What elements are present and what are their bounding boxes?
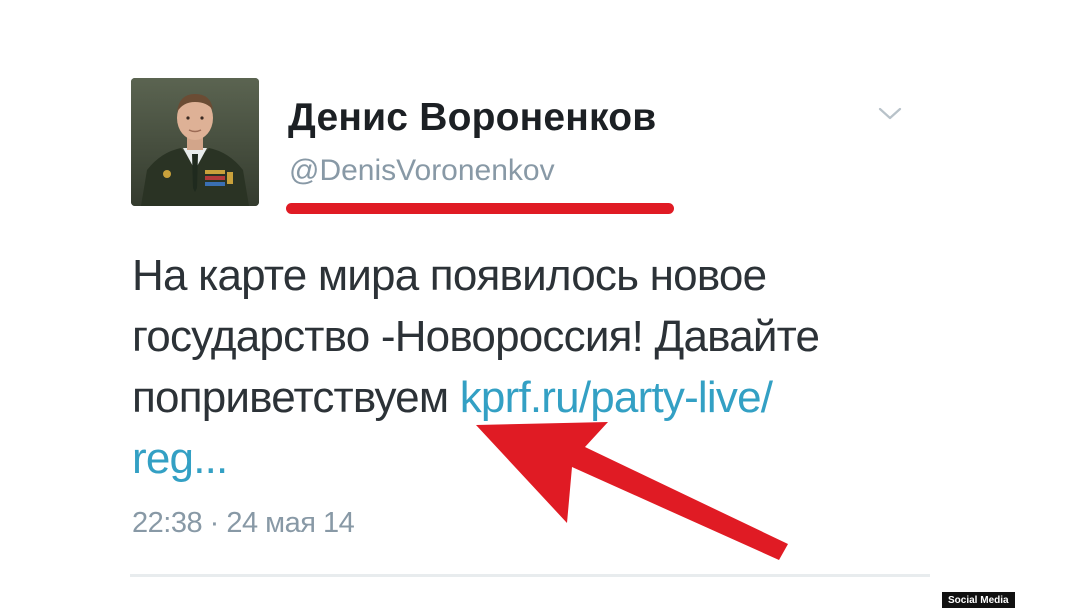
chevron-down-icon[interactable] — [876, 104, 904, 124]
divider — [130, 574, 930, 577]
user-handle[interactable]: @DenisVoronenkov — [289, 154, 555, 188]
tweet-timestamp[interactable]: 22:38 · 24 мая 14 — [132, 507, 355, 540]
display-name[interactable]: Денис Вороненков — [288, 96, 656, 140]
tweet-card: Денис Вороненков @DenisVoronenkov На кар… — [0, 0, 1080, 608]
tweet-text: На карте мира появилось новое государств… — [132, 245, 932, 489]
tweet-link-continuation[interactable]: reg... — [132, 434, 228, 483]
tweet-text-line: поприветствуем kprf.ru/party-live/ — [132, 367, 932, 428]
tweet-link[interactable]: kprf.ru/party-live/ — [460, 373, 773, 422]
red-underline-annotation — [286, 203, 674, 214]
tweet-text-line: reg... — [132, 428, 932, 489]
tweet-text-line: государство -Новороссия! Давайте — [132, 312, 820, 361]
watermark: Social Media — [942, 592, 1015, 608]
avatar[interactable] — [131, 78, 259, 206]
tweet-text-line: На карте мира появилось новое — [132, 251, 767, 300]
avatar-image — [131, 78, 259, 206]
tweet-text-segment: поприветствуем — [132, 373, 460, 422]
